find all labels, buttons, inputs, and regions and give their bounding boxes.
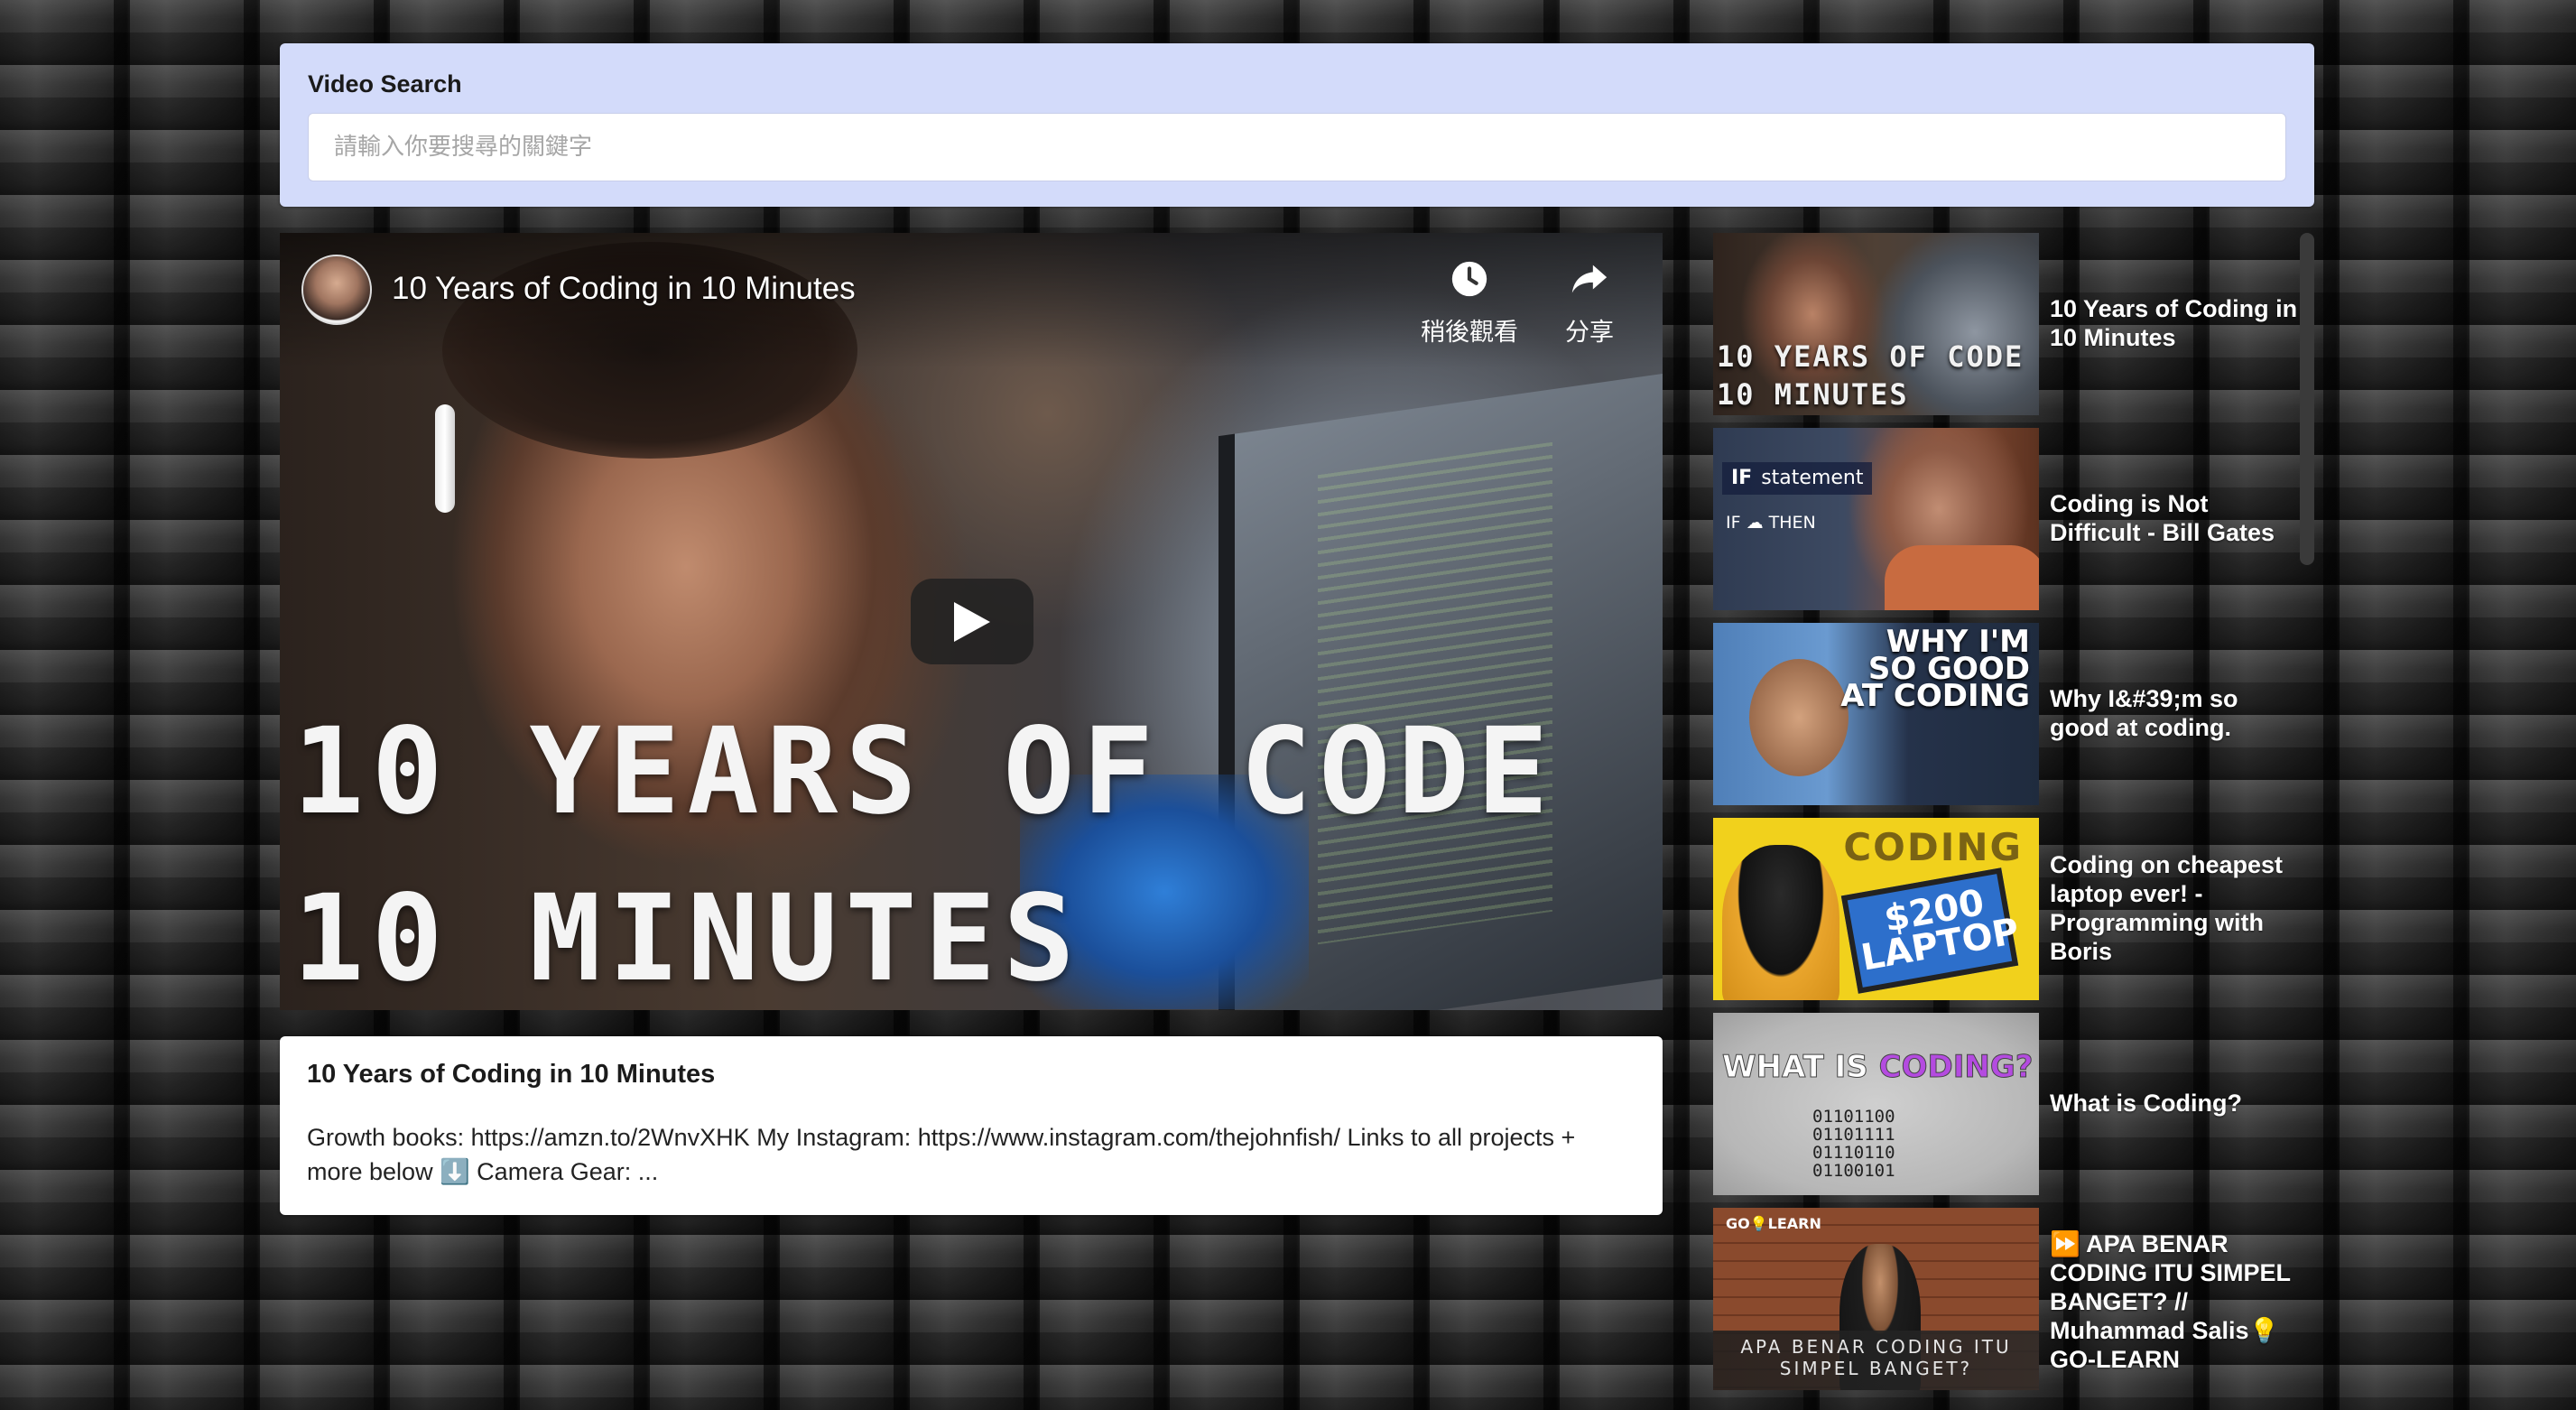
video-thumbnail[interactable]: IF statement IF ☁ THEN [1713,428,2039,610]
list-item[interactable]: CODING $200 LAPTOP Coding on cheapest la… [1713,818,2291,1000]
video-thumbnail[interactable]: 10 YEARS OF CODE 10 MINUTES [1713,233,2039,415]
thumbnail-title-line2: 10 MINUTES [292,869,1082,1008]
thumbnail-text: 10 YEARS OF CODE [1717,339,2025,374]
search-panel: Video Search [280,43,2314,207]
thumbnail-text: APA BENAR CODING ITU SIMPEL BANGET? [1740,1336,2012,1379]
share-arrow-icon [1571,264,1608,293]
play-button[interactable] [911,579,1033,664]
thumbnail-logo: GO💡LEARN [1726,1215,1821,1232]
thumbnail-person [1749,659,1849,776]
video-title[interactable]: Coding is Not Difficult - Bill Gates [2050,489,2303,547]
search-label: Video Search [308,70,462,97]
watch-later-label: 稍後觀看 [1421,319,1518,347]
description-title: 10 Years of Coding in 10 Minutes [307,1060,716,1089]
list-item[interactable]: IF statement IF ☁ THEN Coding is Not Diff… [1713,428,2291,610]
list-item[interactable]: 10 YEARS OF CODE 10 MINUTES 10 Years of … [1713,233,2297,415]
video-thumbnail[interactable]: WHY I'M SO GOOD AT CODING [1713,623,2039,805]
thumbnail-text: WHY I'M SO GOOD AT CODING [1840,624,2030,714]
play-icon [954,601,990,642]
thumbnail-person [1885,545,2039,610]
video-title[interactable]: Coding on cheapest laptop ever! - Progra… [2050,850,2303,966]
list-item[interactable]: GO💡LEARN APA BENAR CODING ITU SIMPEL BAN… [1713,1208,2291,1390]
thumbnail-text: 10 MINUTES [1717,377,1909,412]
video-list[interactable]: 10 YEARS OF CODE 10 MINUTES 10 Years of … [1713,233,2316,1410]
thumbnail-text: IF ☁ THEN [1726,513,1816,533]
video-title[interactable]: What is Coding? [2050,1089,2303,1118]
video-thumbnail[interactable]: GO💡LEARN APA BENAR CODING ITU SIMPEL BAN… [1713,1208,2039,1390]
video-title[interactable]: 10 Years of Coding in 10 Minutes [2050,294,2303,352]
thumbnail-title-line1: 10 YEARS OF CODE [292,702,1556,841]
channel-avatar[interactable] [301,255,372,325]
description-text: Growth books: https://amzn.to/2WnvXHK My… [307,1124,1576,1185]
thumbnail-chip: IF statement [1722,462,1873,495]
player-title[interactable]: 10 Years of Coding in 10 Minutes [392,271,856,307]
video-thumbnail[interactable]: CODING $200 LAPTOP [1713,818,2039,1000]
thumbnail-text: CODING [1843,825,2023,869]
watch-later-button[interactable]: 稍後觀看 [1421,258,1518,348]
video-description-card: 10 Years of Coding in 10 Minutes Growth … [280,1036,1663,1215]
list-item[interactable]: WHAT IS CODING? 01101100 01101111 011101… [1713,1013,2291,1195]
video-title[interactable]: Why I&#39;m so good at coding. [2050,684,2303,742]
thumbnail-code [1318,441,1552,945]
thumbnail-binary: 01101100 01101111 01110110 01100101 [1812,1107,1895,1181]
video-player[interactable]: 10 YEARS OF CODE 10 MINUTES 10 Years of … [280,233,1663,1010]
clock-icon [1451,261,1487,297]
video-list-scrollbar[interactable] [2300,233,2314,565]
video-title[interactable]: ⏩ APA BENAR CODING ITU SIMPEL BANGET? //… [2050,1229,2303,1374]
thumbnail-person [1722,845,1839,1000]
thumbnail-text: WHAT IS CODING? [1722,1049,2034,1086]
search-input[interactable] [308,113,2286,181]
thumbnail-earbud [435,404,455,513]
list-item[interactable]: WHY I'M SO GOOD AT CODING Why I&#39;m so… [1713,623,2291,805]
share-label: 分享 [1565,319,1614,347]
share-button[interactable]: 分享 [1565,258,1614,348]
video-thumbnail[interactable]: WHAT IS CODING? 01101100 01101111 011101… [1713,1013,2039,1195]
